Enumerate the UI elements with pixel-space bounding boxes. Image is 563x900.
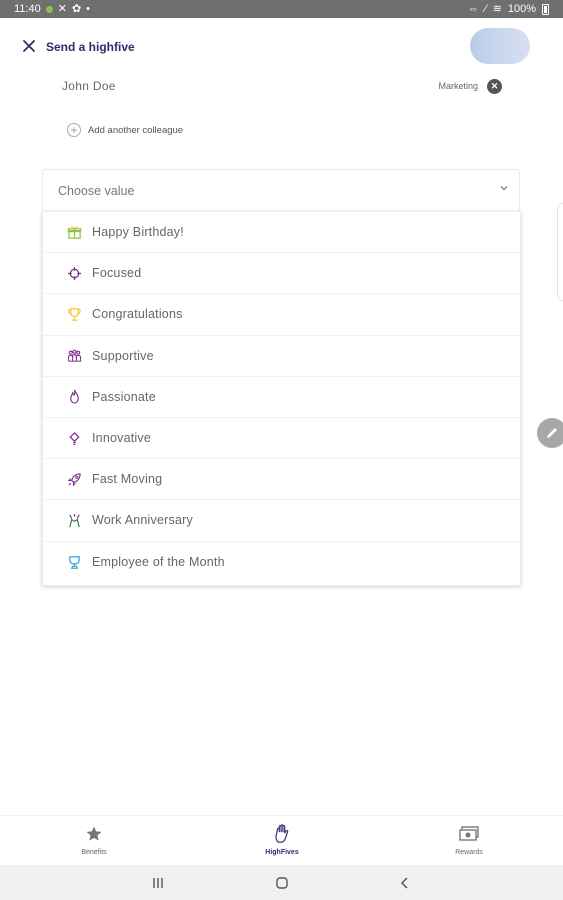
close-icon: ✕ bbox=[490, 81, 499, 91]
option-employee-of-the-month[interactable]: Employee of the Month bbox=[43, 542, 520, 583]
option-label: Supportive bbox=[92, 348, 154, 363]
system-nav-bar bbox=[0, 865, 563, 900]
team-icon bbox=[66, 348, 82, 364]
mute-icon: ⁄ bbox=[484, 2, 487, 15]
status-left: 11:40 ✕ ✿ • bbox=[14, 3, 90, 15]
celebrate-icon bbox=[66, 512, 82, 528]
side-panel-handle[interactable] bbox=[557, 203, 563, 301]
option-label: Focused bbox=[92, 266, 142, 281]
cash-icon bbox=[459, 826, 479, 841]
rocket-icon bbox=[66, 471, 82, 487]
nav-label-rewards: Rewards bbox=[455, 849, 483, 856]
recipient-name: John Doe bbox=[62, 79, 116, 93]
option-label: Happy Birthday! bbox=[92, 225, 184, 240]
crosshair-icon bbox=[66, 265, 82, 281]
status-bar: 11:40 ✕ ✿ • ⇔ ⁄ ≋ 100% bbox=[0, 0, 563, 18]
nav-item-benefits[interactable]: Benefits bbox=[54, 824, 134, 856]
link-icon: ⇔ bbox=[467, 2, 479, 15]
option-label: Fast Moving bbox=[92, 472, 163, 487]
nav-label-benefits: Benefits bbox=[81, 849, 107, 856]
option-supportive[interactable]: Supportive bbox=[43, 336, 520, 377]
nav-item-rewards[interactable]: Rewards bbox=[429, 824, 509, 856]
recipient-department: Marketing bbox=[438, 81, 478, 91]
edit-fab-button[interactable] bbox=[537, 418, 563, 448]
option-label: Innovative bbox=[92, 431, 151, 446]
pencil-icon bbox=[547, 428, 557, 438]
option-label: Passionate bbox=[92, 389, 156, 404]
option-work-anniversary[interactable]: Work Anniversary bbox=[43, 500, 520, 542]
battery-percent: 100% bbox=[507, 3, 536, 15]
chevron-down-icon bbox=[499, 182, 509, 196]
settings-notification-icon: ✿ bbox=[71, 2, 82, 15]
x-notification-icon: ✕ bbox=[57, 2, 67, 15]
close-button[interactable] bbox=[18, 36, 40, 58]
option-innovative[interactable]: Innovative bbox=[43, 418, 520, 460]
trophy-icon bbox=[66, 306, 82, 322]
gift-icon bbox=[66, 224, 82, 240]
recipient-row: John Doe Marketing ✕ bbox=[62, 78, 502, 96]
notification-dot-icon bbox=[45, 5, 53, 13]
wifi-icon: ≋ bbox=[492, 2, 502, 15]
page-title: Send a highfive bbox=[46, 40, 135, 54]
flame-icon bbox=[66, 389, 82, 405]
option-happy-birthday[interactable]: Happy Birthday! bbox=[43, 212, 520, 254]
option-fast-moving[interactable]: Fast Moving bbox=[43, 459, 520, 501]
option-congratulations[interactable]: Congratulations bbox=[43, 294, 520, 336]
home-button[interactable] bbox=[272, 874, 292, 892]
bottom-nav: Benefits HighFives Rewards bbox=[0, 815, 563, 865]
add-colleague-label: Add another colleague bbox=[88, 124, 184, 136]
value-select[interactable]: Choose value bbox=[42, 169, 520, 211]
home-icon bbox=[276, 877, 288, 889]
bulb-icon bbox=[66, 430, 82, 446]
option-label: Work Anniversary bbox=[92, 513, 193, 528]
status-right: ⇔ ⁄ ≋ 100% bbox=[468, 3, 549, 15]
send-button[interactable] bbox=[470, 28, 530, 64]
add-colleague-button[interactable]: + Add another colleague bbox=[67, 122, 183, 138]
back-chevron-icon bbox=[400, 877, 408, 889]
back-button[interactable] bbox=[395, 874, 415, 892]
option-label: Congratulations bbox=[92, 307, 183, 322]
close-icon bbox=[23, 40, 35, 52]
more-dot-icon: • bbox=[86, 2, 91, 15]
select-label: Choose value bbox=[58, 184, 135, 198]
recent-apps-icon bbox=[153, 878, 163, 888]
plus-icon: + bbox=[67, 123, 81, 137]
remove-recipient-button[interactable]: ✕ bbox=[487, 79, 502, 94]
status-time: 11:40 bbox=[14, 3, 41, 15]
award-cup-icon bbox=[66, 554, 82, 570]
value-dropdown: Happy Birthday! Focused Congratulations … bbox=[42, 211, 521, 586]
option-label: Employee of the Month bbox=[92, 555, 225, 570]
hand-icon bbox=[275, 824, 289, 843]
option-focused[interactable]: Focused bbox=[43, 253, 520, 295]
recent-apps-button[interactable] bbox=[148, 874, 168, 892]
star-icon bbox=[86, 826, 102, 841]
nav-label-highfives: HighFives bbox=[265, 849, 299, 856]
battery-icon bbox=[542, 3, 549, 15]
nav-item-highfives[interactable]: HighFives bbox=[242, 824, 322, 856]
header: Send a highfive bbox=[0, 18, 563, 76]
option-passionate[interactable]: Passionate bbox=[43, 377, 520, 418]
